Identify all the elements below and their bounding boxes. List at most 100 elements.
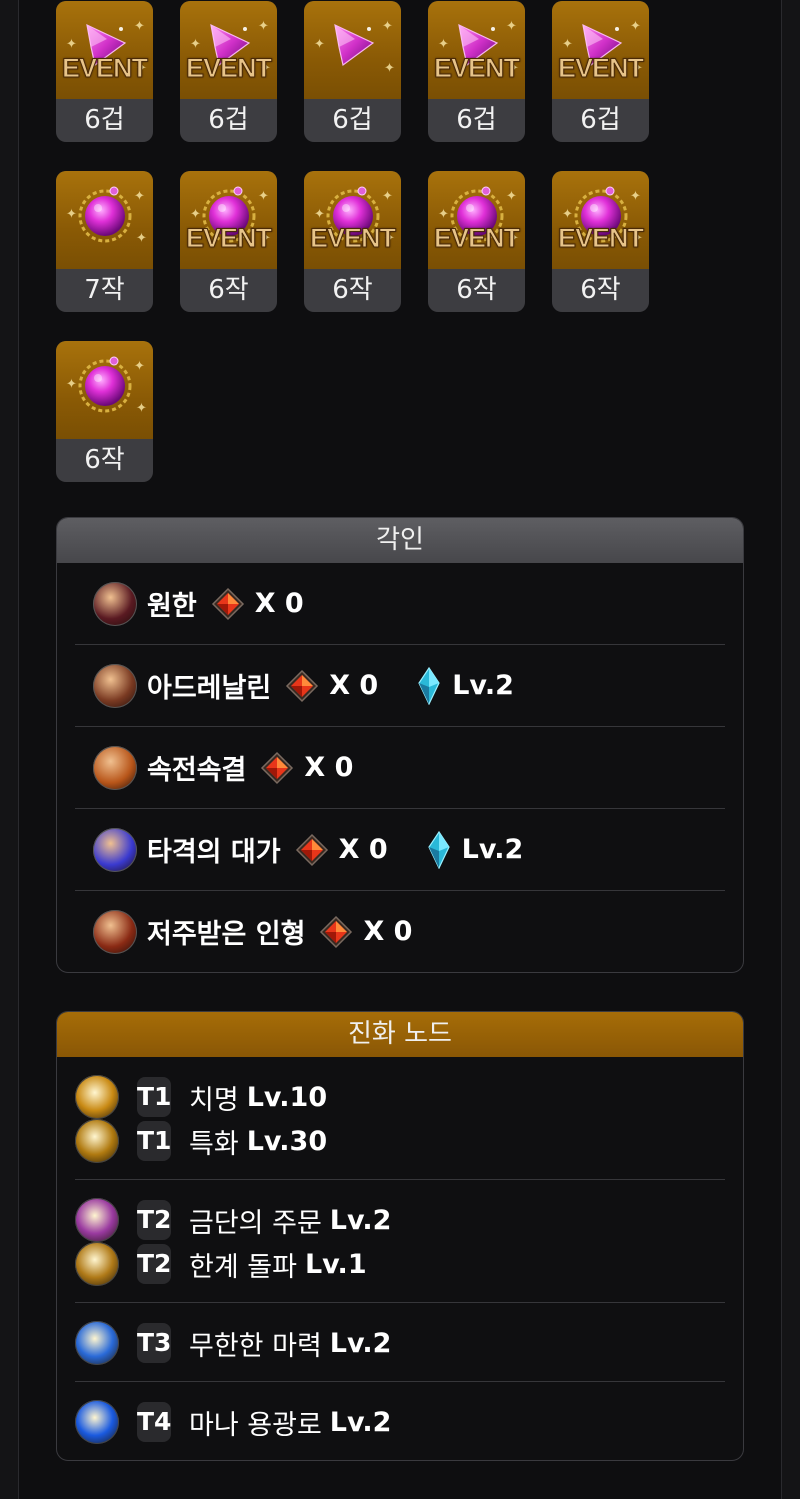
forbidden-spell-icon	[75, 1198, 119, 1242]
adrenaline-icon	[93, 663, 137, 708]
gem-tile[interactable]: ✦ ✦ ✦ 6겁	[304, 1, 401, 142]
gem-tile[interactable]: ✦ ✦ ✦ EVENT 6작	[428, 171, 525, 312]
gem-tile[interactable]: ✦ ✦ ✦ 7작	[56, 171, 153, 312]
sparkle-icon: ✦	[190, 37, 201, 52]
gem-tile[interactable]: ✦ ✦ ✦ EVENT 6작	[552, 171, 649, 312]
infinite-mana-icon	[75, 1321, 119, 1365]
gem-level-label: 6작	[208, 275, 249, 305]
sparkle-icon: ✦	[136, 401, 147, 416]
evolution-node-name: 한계 돌파	[189, 1251, 297, 1283]
engraving-name: 속전속결	[147, 755, 247, 786]
gem-level-label: 6겁	[84, 105, 125, 135]
gem-tile[interactable]: ✦ ✦ ✦ EVENT 6작	[180, 171, 277, 312]
engraving-title: 각인	[57, 518, 743, 563]
engraving-row: 원한 X 0	[75, 563, 725, 645]
ability-stone-icon	[427, 830, 450, 869]
tier-badge: T3	[137, 1323, 171, 1363]
tier-badge: T4	[137, 1402, 171, 1442]
event-tag: EVENT	[433, 53, 520, 84]
dagger-gem-icon	[333, 23, 374, 67]
evolution-node-name: 무한한 마력	[189, 1330, 322, 1362]
event-tag: EVENT	[185, 53, 272, 84]
sparkle-icon: ✦	[506, 189, 517, 204]
gem-tile[interactable]: ✦ ✦ ✦ EVENT 6겁	[552, 1, 649, 142]
engraving-count: X 0	[254, 588, 304, 619]
orb-gem-icon	[78, 356, 131, 413]
crit-icon	[75, 1075, 119, 1119]
gem-art: ✦ ✦ ✦ EVENT	[180, 171, 277, 269]
gem-grid: ✦ ✦ ✦ EVENT 6겁 ✦ ✦ ✦ EVENT 6겁 ✦ ✦ ✦ 6겁 ✦ ✦ ✦ EVENT 6겁 ✦ ✦ ✦ EV…	[56, 1, 676, 511]
engraving-name: 원한	[147, 591, 197, 622]
gem-art: ✦ ✦ ✦ EVENT	[428, 171, 525, 269]
gem-art: ✦ ✦ ✦ EVENT	[304, 171, 401, 269]
engraving-count: X 0	[363, 916, 413, 947]
event-tag: EVENT	[61, 53, 148, 84]
evolution-panel: 진화 노드 T1 치명 Lv.10 T1 특화 Lv.30 T2 금단의 주문 Lv.2 T2 한계…	[56, 1011, 744, 1461]
event-tag: EVENT	[557, 223, 644, 254]
gem-art: ✦ ✦ ✦ EVENT	[180, 1, 277, 99]
evolution-node: T4 마나 용광로 Lv.2	[75, 1400, 725, 1444]
evolution-group: T3 무한한 마력 Lv.2	[75, 1303, 725, 1382]
evolution-node-level: Lv.2	[329, 1204, 392, 1236]
gem-level-label: 6작	[456, 275, 497, 305]
gem-row: ✦ ✦ ✦ 6작	[56, 341, 676, 482]
engraving-panel: 각인 원한 X 0 아드레날린 X 0 Lv.2 속전속결 X 0 타격의 대가 X 0 Lv.2…	[56, 517, 744, 973]
relic-gem-icon	[211, 587, 244, 620]
gem-art: ✦ ✦ ✦	[56, 171, 153, 269]
sparkle-icon: ✦	[384, 61, 395, 76]
evolution-title: 진화 노드	[57, 1012, 743, 1057]
cursed-doll-icon	[93, 909, 137, 954]
tier-badge: T1	[137, 1121, 171, 1161]
gem-level-label: 6작	[84, 445, 125, 475]
hit-master-icon	[93, 827, 137, 872]
gem-art: ✦ ✦ ✦	[56, 341, 153, 439]
ability-stone-icon	[418, 666, 440, 705]
tier-badge: T2	[137, 1244, 171, 1284]
tier-badge: T1	[137, 1077, 171, 1117]
sparkle-icon: ✦	[562, 37, 573, 52]
evolution-node-name: 치명	[189, 1084, 239, 1116]
engraving-row: 타격의 대가 X 0 Lv.2	[75, 809, 725, 891]
gem-level-label: 6작	[580, 275, 621, 305]
gem-row: ✦ ✦ ✦ EVENT 6겁 ✦ ✦ ✦ EVENT 6겁 ✦ ✦ ✦ 6겁 ✦ ✦ ✦ EVENT 6겁 ✦ ✦ ✦ EV…	[56, 1, 676, 142]
sparkle-icon: ✦	[630, 19, 641, 34]
engraving-name: 저주받은 인형	[147, 919, 306, 950]
relic-gem-icon	[320, 915, 353, 948]
gem-art: ✦ ✦ ✦ EVENT	[552, 1, 649, 99]
gem-tile[interactable]: ✦ ✦ ✦ EVENT 6작	[304, 171, 401, 312]
gem-level-label: 7작	[84, 275, 125, 305]
gem-art: ✦ ✦ ✦ EVENT	[428, 1, 525, 99]
evolution-node-level: Lv.1	[304, 1248, 367, 1280]
sparkle-icon: ✦	[630, 189, 641, 204]
evolution-node-name: 금단의 주문	[189, 1207, 322, 1239]
event-tag: EVENT	[557, 53, 644, 84]
evolution-node: T3 무한한 마력 Lv.2	[75, 1321, 725, 1365]
gem-tile[interactable]: ✦ ✦ ✦ EVENT 6겁	[180, 1, 277, 142]
evolution-node: T1 치명 Lv.10	[75, 1075, 725, 1119]
sparkle-icon: ✦	[382, 189, 393, 204]
orb-gem-icon	[78, 186, 131, 243]
gem-level-label: 6겁	[580, 105, 621, 135]
mana-furnace-icon	[75, 1400, 119, 1444]
engraving-name: 타격의 대가	[147, 837, 281, 868]
sparkle-icon: ✦	[438, 37, 449, 52]
gem-tile[interactable]: ✦ ✦ ✦ EVENT 6겁	[56, 1, 153, 142]
relic-gem-icon	[295, 833, 328, 866]
engraving-count: X 0	[304, 752, 354, 783]
gem-tile[interactable]: ✦ ✦ ✦ EVENT 6겁	[428, 1, 525, 142]
gem-art: ✦ ✦ ✦	[304, 1, 401, 99]
relic-gem-icon	[286, 669, 319, 702]
engraving-row: 속전속결 X 0	[75, 727, 725, 809]
gem-row: ✦ ✦ ✦ 7작 ✦ ✦ ✦ EVENT 6작 ✦ ✦ ✦ EVENT 6작 ✦ ✦ ✦ EVENT 6작 ✦ ✦ ✦ EV…	[56, 171, 676, 312]
engraving-level: Lv.2	[452, 670, 514, 701]
engraving-list: 원한 X 0 아드레날린 X 0 Lv.2 속전속결 X 0 타격의 대가 X 0 Lv.2 저주받…	[57, 563, 743, 972]
specialization-icon	[75, 1119, 119, 1163]
engraving-count: X 0	[329, 670, 379, 701]
grudge-icon	[93, 581, 137, 626]
gem-level-label: 6겁	[456, 105, 497, 135]
gem-art: ✦ ✦ ✦ EVENT	[56, 1, 153, 99]
evolution-group: T4 마나 용광로 Lv.2	[75, 1382, 725, 1460]
gem-tile[interactable]: ✦ ✦ ✦ 6작	[56, 341, 153, 482]
event-tag: EVENT	[433, 223, 520, 254]
evolution-node-level: Lv.10	[246, 1081, 328, 1113]
